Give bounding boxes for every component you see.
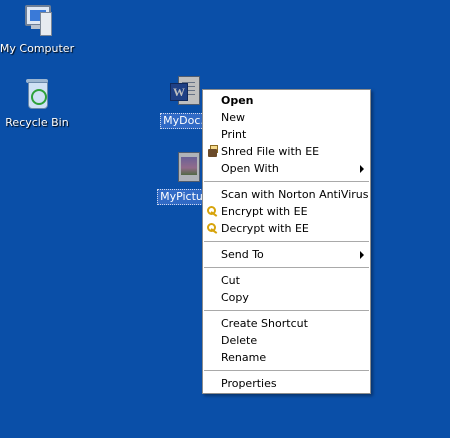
menu-item-label: Open With bbox=[221, 162, 279, 175]
menu-item-label: Scan with Norton AntiVirus bbox=[221, 188, 369, 201]
desktop-icon-my-computer[interactable]: My Computer bbox=[0, 4, 77, 56]
menu-separator bbox=[204, 241, 369, 242]
menu-item-properties[interactable]: Properties bbox=[203, 375, 370, 392]
menu-item-send-to[interactable]: Send To bbox=[203, 246, 370, 263]
menu-item-rename[interactable]: Rename bbox=[203, 349, 370, 366]
menu-item-label: Create Shortcut bbox=[221, 317, 308, 330]
menu-item-create-shortcut[interactable]: Create Shortcut bbox=[203, 315, 370, 332]
word-document-icon: W bbox=[170, 75, 204, 109]
menu-separator bbox=[204, 310, 369, 311]
menu-separator bbox=[204, 267, 369, 268]
menu-item-decrypt[interactable]: Decrypt with EE bbox=[203, 220, 370, 237]
menu-item-scan-norton[interactable]: Scan with Norton AntiVirus bbox=[203, 186, 370, 203]
menu-item-label: Copy bbox=[221, 291, 249, 304]
picture-file-icon bbox=[170, 151, 204, 185]
menu-item-label: Decrypt with EE bbox=[221, 222, 309, 235]
menu-item-new[interactable]: New bbox=[203, 109, 370, 126]
submenu-arrow-icon bbox=[360, 165, 364, 173]
menu-separator bbox=[204, 370, 369, 371]
menu-separator bbox=[204, 181, 369, 182]
desktop-icon-label: Recycle Bin bbox=[5, 116, 69, 129]
menu-item-label: Delete bbox=[221, 334, 258, 347]
menu-item-label: Properties bbox=[221, 377, 277, 390]
menu-item-label: Cut bbox=[221, 274, 240, 287]
menu-item-label: Encrypt with EE bbox=[221, 205, 308, 218]
key-icon bbox=[206, 205, 219, 218]
menu-item-label: New bbox=[221, 111, 245, 124]
menu-item-encrypt[interactable]: Encrypt with EE bbox=[203, 203, 370, 220]
menu-item-copy[interactable]: Copy bbox=[203, 289, 370, 306]
desktop-icon-recycle-bin[interactable]: Recycle Bin bbox=[0, 78, 77, 130]
menu-item-shred-file[interactable]: Shred File with EE bbox=[203, 143, 370, 160]
computer-icon bbox=[20, 4, 54, 38]
menu-item-label: Shred File with EE bbox=[221, 145, 320, 158]
submenu-arrow-icon bbox=[360, 251, 364, 259]
menu-item-label: Rename bbox=[221, 351, 267, 364]
menu-item-cut[interactable]: Cut bbox=[203, 272, 370, 289]
menu-item-print[interactable]: Print bbox=[203, 126, 370, 143]
context-menu: Open New Print Shred File with EE Open W… bbox=[202, 89, 371, 394]
menu-item-label: Send To bbox=[221, 248, 264, 261]
recycle-bin-icon bbox=[20, 78, 54, 112]
menu-item-label: Open bbox=[221, 94, 254, 107]
key-icon bbox=[206, 222, 219, 235]
menu-item-open-with[interactable]: Open With bbox=[203, 160, 370, 177]
menu-item-delete[interactable]: Delete bbox=[203, 332, 370, 349]
menu-item-label: Print bbox=[221, 128, 247, 141]
menu-item-open[interactable]: Open bbox=[203, 92, 370, 109]
shredder-icon bbox=[206, 145, 219, 158]
desktop-icon-label: My Computer bbox=[0, 42, 75, 55]
